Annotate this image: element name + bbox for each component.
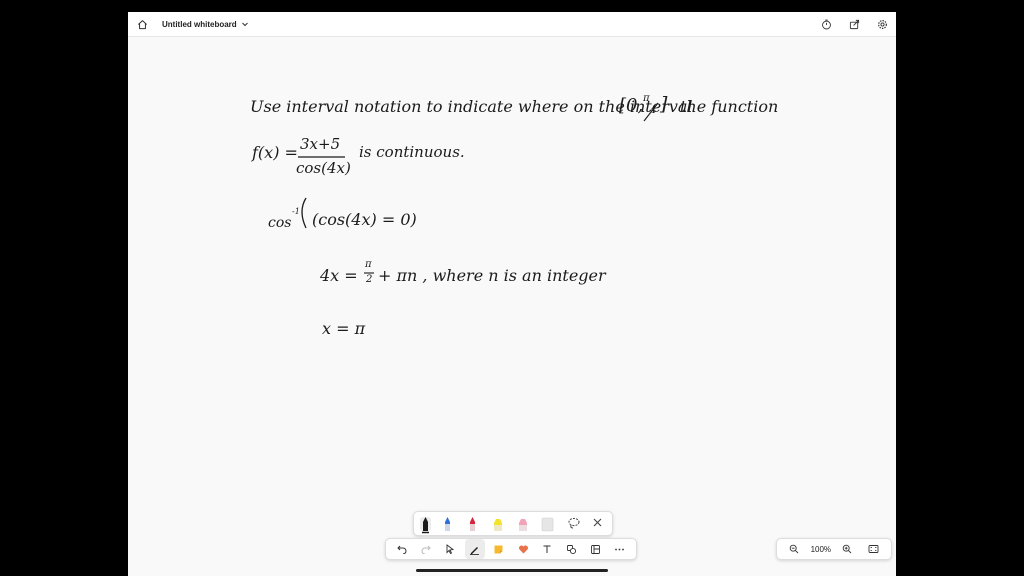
zoom-in-icon[interactable] [837,539,857,559]
fit-screen-icon[interactable] [864,539,884,559]
chevron-down-icon [241,15,249,33]
step2-frac-num: π [365,259,372,270]
pen-icon[interactable] [464,539,485,559]
whiteboard-app: Untitled whiteboard Use interval notatio… [128,12,896,576]
blue-pen-icon[interactable] [445,517,450,531]
settings-gear-icon[interactable] [870,12,894,36]
timer-icon[interactable] [814,12,838,36]
fx-label: f(x) = [252,143,298,162]
step2-left: 4x = [320,266,358,285]
pink-highlighter-icon[interactable] [519,519,527,531]
interval-den: 4 [650,105,657,116]
big-left-paren [301,197,307,229]
ink-layer [298,102,659,274]
reaction-heart-icon[interactable] [513,539,533,559]
select-pointer-icon[interactable] [440,539,460,559]
top-bar: Untitled whiteboard [128,12,896,37]
share-icon[interactable] [842,12,866,36]
more-icon[interactable] [610,539,630,559]
text-icon[interactable] [537,539,557,559]
red-pen-icon[interactable] [470,517,475,531]
step2-tail: + πn , where n is an integer [378,266,606,285]
interval-pi: π [643,93,650,104]
zoom-level[interactable]: 100% [811,545,831,554]
fx-tail: is continuous. [359,143,465,161]
shapes-icon[interactable] [561,539,581,559]
home-icon[interactable] [130,12,154,36]
whiteboard-canvas[interactable]: Use interval notation to indicate where … [128,37,896,576]
step3: x = π [322,319,366,338]
eraser-icon[interactable] [541,517,554,532]
fx-denominator: cos(4x) [296,159,351,177]
zoom-controls: 100% [776,538,892,560]
undo-icon[interactable] [392,539,412,559]
close-icon[interactable] [593,518,602,527]
question-line-1-tail: the function [680,97,779,116]
template-icon[interactable] [586,539,606,559]
board-title-menu[interactable]: Untitled whiteboard [162,12,249,36]
yellow-highlighter-icon[interactable] [494,519,502,531]
step2-frac-den: 2 [366,274,373,285]
sticky-note-icon[interactable] [489,539,509,559]
step1-exponent: -1 [292,207,300,216]
interval-left: [0, [619,95,644,116]
main-toolbar [385,538,637,560]
pen-tray [413,511,613,536]
zoom-out-icon[interactable] [784,539,804,559]
step1-body: (cos(4x) = 0) [312,210,417,229]
redo-icon[interactable] [416,539,436,559]
black-pen-icon[interactable] [420,517,431,534]
step1-prefix: cos [268,215,292,231]
home-indicator [416,569,608,572]
interval-right: ] [660,93,668,115]
fx-numerator: 3x+5 [300,135,341,153]
board-title: Untitled whiteboard [162,19,237,29]
lasso-icon[interactable] [568,517,580,529]
